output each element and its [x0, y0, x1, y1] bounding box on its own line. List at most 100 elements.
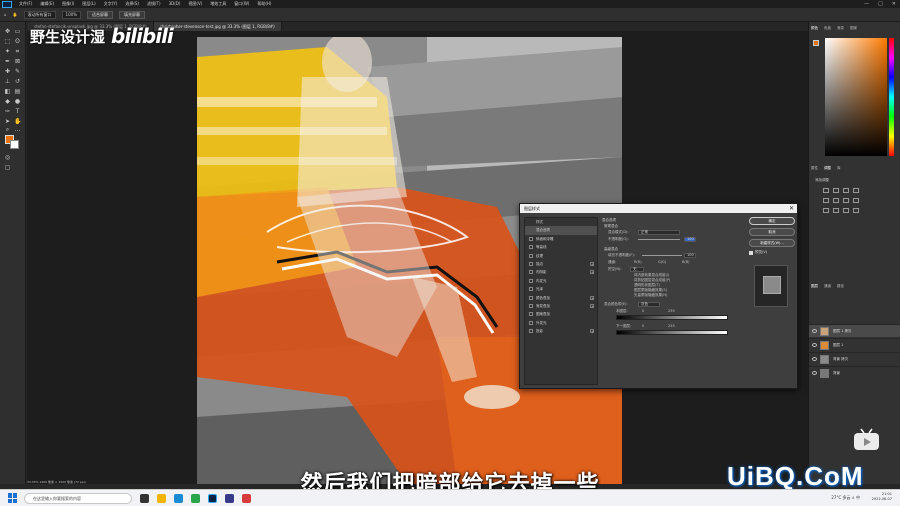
style-item[interactable]: 渐变叠加 + — [525, 302, 597, 310]
close-icon[interactable]: ✕ — [892, 0, 896, 8]
tab-patterns[interactable]: 图案 — [850, 26, 857, 31]
frame-tool-icon[interactable]: ⊠ — [14, 58, 21, 65]
color-balance-icon[interactable] — [843, 198, 849, 203]
style-item[interactable]: 混合选项 — [525, 226, 597, 235]
menu-type[interactable]: 文字(Y) — [100, 0, 122, 8]
gradient-tool-icon[interactable]: ▤ — [14, 88, 21, 95]
gradient-map-icon[interactable] — [853, 208, 859, 213]
menu-filter[interactable]: 滤镜(T) — [143, 0, 165, 8]
visibility-eye-icon[interactable] — [812, 371, 817, 375]
add-style-icon[interactable]: + — [590, 329, 594, 334]
background-color-swatch[interactable] — [10, 140, 19, 149]
wechat-icon[interactable] — [191, 493, 200, 503]
fill-screen-button[interactable]: 填充屏幕 — [118, 10, 145, 19]
style-item[interactable]: 光泽 — [525, 285, 597, 293]
scroll-all-windows-checkbox[interactable]: 滚动所有窗口 — [23, 10, 56, 19]
style-checkbox[interactable] — [529, 295, 533, 300]
taskbar-clock[interactable]: 21:01 2022-06-07 — [872, 492, 892, 502]
zoom-tool-icon[interactable]: ⌕ — [4, 126, 11, 133]
vibrance-icon[interactable] — [823, 198, 829, 203]
healing-brush-tool-icon[interactable]: ✚ — [4, 68, 11, 75]
layer-row[interactable]: 背景 拷贝 — [809, 352, 900, 365]
pen-tool-icon[interactable]: ✑ — [4, 108, 11, 115]
photoshop-taskbar-icon[interactable] — [208, 493, 217, 503]
hue-saturation-icon[interactable] — [833, 198, 839, 203]
minimize-icon[interactable]: — — [864, 0, 869, 8]
system-tray[interactable]: 27°C 多云 ∧ 中 — [831, 493, 860, 503]
path-selection-tool-icon[interactable]: ➤ — [4, 118, 11, 125]
opacity-field[interactable]: 100 — [684, 237, 696, 242]
style-item[interactable]: 投影 + — [525, 327, 597, 335]
panel-foreground-swatch[interactable] — [813, 40, 819, 46]
style-checkbox[interactable] — [529, 261, 533, 266]
maximize-icon[interactable]: □ — [878, 0, 883, 8]
dialog-title-bar[interactable]: 图层样式 ✕ — [520, 204, 797, 213]
history-brush-tool-icon[interactable]: ↺ — [14, 78, 21, 85]
preview-checkbox[interactable]: 预览(V) — [749, 250, 795, 255]
tab-adjustments[interactable]: 调整 — [824, 166, 831, 171]
style-checkbox[interactable] — [529, 270, 533, 275]
channel-b-checkbox[interactable]: B(B) — [682, 259, 690, 266]
curves-icon[interactable] — [843, 188, 849, 193]
cancel-button[interactable]: 取消 — [749, 228, 795, 236]
checkbox-icon[interactable] — [749, 250, 753, 255]
style-checkbox[interactable] — [529, 278, 533, 283]
visibility-eye-icon[interactable] — [812, 329, 817, 333]
style-checkbox[interactable] — [529, 245, 533, 250]
visibility-eye-icon[interactable] — [812, 357, 817, 361]
opacity-slider[interactable] — [638, 239, 680, 240]
new-style-button[interactable]: 新建样式(W)... — [749, 239, 795, 247]
premiere-icon[interactable] — [225, 493, 234, 503]
add-style-icon[interactable]: + — [590, 261, 594, 266]
crop-tool-icon[interactable]: ⌗ — [14, 48, 21, 55]
fill-opacity-field[interactable]: 100 — [684, 253, 696, 258]
tab-swatches[interactable]: 色板 — [824, 26, 831, 31]
style-item[interactable]: 斜面和浮雕 — [525, 235, 597, 243]
style-item[interactable]: 纹理 — [525, 252, 597, 260]
visibility-eye-icon[interactable] — [812, 343, 817, 347]
style-item[interactable]: 颜色叠加 + — [525, 294, 597, 302]
clone-stamp-tool-icon[interactable]: ⊥ — [4, 78, 11, 85]
lasso-tool-icon[interactable]: ʘ — [14, 38, 21, 45]
blend-if-select[interactable]: 灰色 — [638, 302, 660, 307]
artboard-tool-icon[interactable]: ▭ — [14, 28, 21, 35]
add-style-icon[interactable]: + — [590, 295, 594, 300]
hand-tool-icon[interactable]: ✋ — [13, 12, 18, 17]
menu-3d[interactable]: 3D(D) — [165, 0, 185, 8]
style-checkbox[interactable] — [529, 287, 533, 292]
task-view-icon[interactable] — [140, 493, 149, 503]
menu-image[interactable]: 图像(I) — [58, 0, 78, 8]
fill-opacity-slider[interactable] — [642, 255, 682, 256]
eraser-tool-icon[interactable]: ◧ — [4, 88, 11, 95]
blur-tool-icon[interactable]: ◆ — [4, 98, 11, 105]
style-checkbox[interactable] — [529, 236, 533, 241]
hue-slider[interactable] — [889, 38, 894, 156]
type-tool-icon[interactable]: T — [14, 108, 21, 115]
menu-file[interactable]: 文件(F) — [15, 0, 36, 8]
move-tool-icon[interactable]: ✥ — [4, 28, 11, 35]
style-item[interactable]: 样式 — [525, 218, 597, 226]
tab-color[interactable]: 颜色 — [811, 26, 818, 31]
edge-icon[interactable] — [174, 493, 183, 503]
menu-select[interactable]: 选择(S) — [121, 0, 143, 8]
exposure-icon[interactable] — [853, 188, 859, 193]
eyedropper-tool-icon[interactable]: ✒ — [4, 58, 11, 65]
more-tools-icon[interactable]: … — [14, 126, 21, 133]
black-white-icon[interactable] — [853, 198, 859, 203]
menu-help[interactable]: 帮助(H) — [253, 0, 275, 8]
add-style-icon[interactable]: + — [590, 303, 594, 308]
style-item[interactable]: 内阴影 + — [525, 268, 597, 276]
option-checkbox[interactable]: 矢量蒙版隐藏效果(H) — [602, 293, 742, 298]
close-icon[interactable]: ✕ — [789, 204, 794, 213]
style-checkbox[interactable] — [529, 320, 533, 325]
color-field[interactable] — [825, 38, 887, 156]
quick-mask-icon[interactable]: ◎ — [4, 154, 11, 161]
menu-window[interactable]: 窗口(W) — [230, 0, 253, 8]
knockout-select[interactable]: 无 — [630, 267, 644, 272]
app-icon[interactable] — [242, 493, 251, 503]
tab-properties[interactable]: 属性 — [811, 166, 818, 171]
fit-screen-button[interactable]: 适合屏幕 — [86, 10, 113, 19]
style-item[interactable]: 等高线 — [525, 243, 597, 251]
add-style-icon[interactable]: + — [590, 270, 594, 275]
style-checkbox[interactable] — [529, 329, 533, 334]
